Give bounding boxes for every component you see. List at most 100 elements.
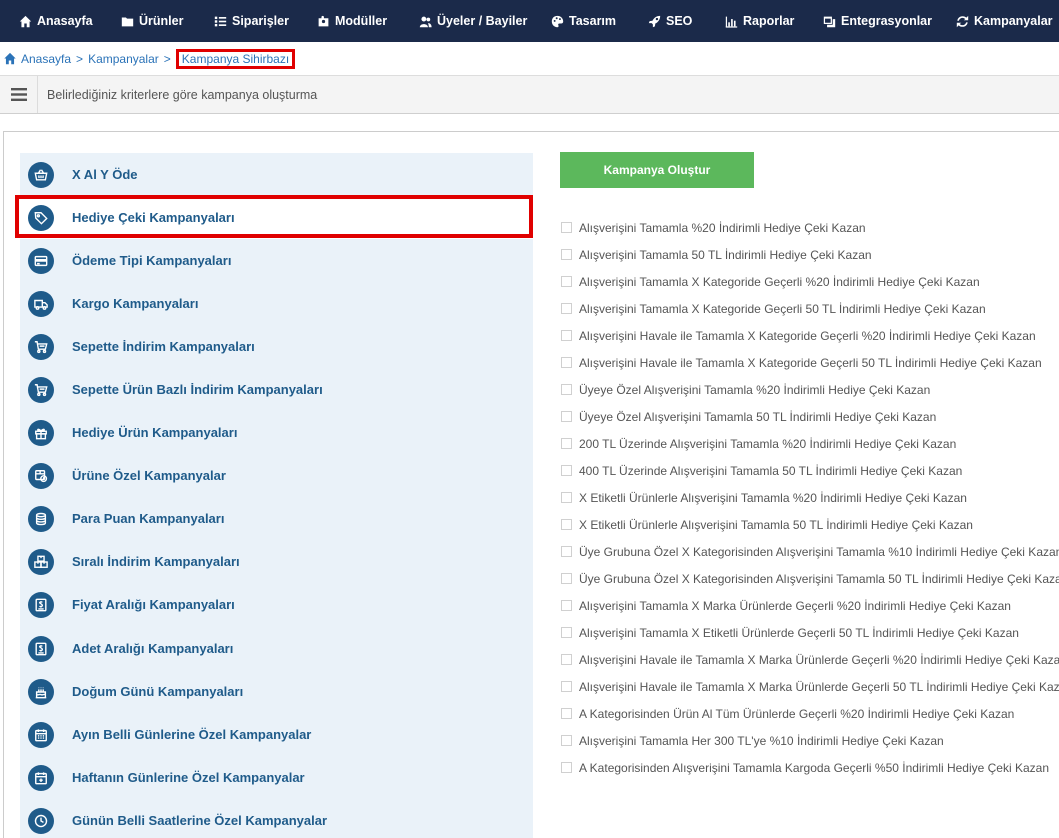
campaign-type-item-haftanin-gunleri[interactable]: Haftanın Günlerine Özel Kampanyalar bbox=[20, 756, 533, 799]
campaign-type-label: Günün Belli Saatlerine Özel Kampanyalar bbox=[72, 813, 328, 828]
campaign-type-item-fiyat-araligi[interactable]: Fiyat Aralığı Kampanyaları bbox=[20, 583, 533, 626]
campaign-type-item-urune-ozel[interactable]: Ürüne Özel Kampanyalar bbox=[20, 454, 533, 497]
nav-label: SEO bbox=[666, 14, 693, 28]
campaign-template-option[interactable]: Alışverişini Tamamla X Marka Ürünlerde G… bbox=[561, 592, 1056, 619]
calendar-icon bbox=[28, 721, 54, 748]
campaign-type-label: Sepette Ürün Bazlı İndirim Kampanyaları bbox=[72, 382, 323, 397]
nav-label: Siparişler bbox=[232, 14, 289, 28]
campaign-template-option[interactable]: Alışverişini Tamamla X Kategoride Geçerl… bbox=[561, 268, 1056, 295]
campaign-template-option[interactable]: Alışverişini Havale ile Tamamla X Marka … bbox=[561, 673, 1059, 700]
option-checkbox[interactable] bbox=[561, 357, 572, 368]
campaign-template-option[interactable]: 200 TL Üzerinde Alışverişini Tamamla %20… bbox=[561, 430, 1056, 457]
option-checkbox[interactable] bbox=[561, 681, 572, 692]
option-checkbox[interactable] bbox=[561, 384, 572, 395]
nav-item-raporlar[interactable]: Raporlar bbox=[725, 0, 794, 42]
home-icon[interactable] bbox=[3, 52, 17, 65]
campaign-type-item-para-puan[interactable]: Para Puan Kampanyaları bbox=[20, 497, 533, 540]
campaign-type-label: X Al Y Öde bbox=[72, 167, 138, 182]
campaign-type-item-ayin-belli-gunleri[interactable]: Ayın Belli Günlerine Özel Kampanyalar bbox=[20, 713, 533, 756]
option-checkbox[interactable] bbox=[561, 708, 572, 719]
option-checkbox[interactable] bbox=[561, 519, 572, 530]
campaign-template-option[interactable]: Alışverişini Havale ile Tamamla X Marka … bbox=[561, 646, 1059, 673]
campaign-template-option[interactable]: A Kategorisinden Alışverişini Tamamla Ka… bbox=[561, 754, 1056, 781]
campaign-type-item-sepette-urun-bazli[interactable]: Sepette Ürün Bazlı İndirim Kampanyaları bbox=[20, 368, 533, 411]
campaign-template-option[interactable]: Alışverişini Tamamla Her 300 TL'ye %10 İ… bbox=[561, 727, 1056, 754]
campaign-type-label: Sıralı İndirim Kampanyaları bbox=[72, 554, 240, 569]
campaign-type-item-dogum-gunu[interactable]: Doğum Günü Kampanyaları bbox=[20, 670, 533, 713]
option-checkbox[interactable] bbox=[561, 573, 572, 584]
option-checkbox[interactable] bbox=[561, 654, 572, 665]
campaign-type-item-adet-araligi[interactable]: Adet Aralığı Kampanyaları bbox=[20, 627, 533, 670]
campaign-template-option[interactable]: Üye Grubuna Özel X Kategorisinden Alışve… bbox=[561, 565, 1059, 592]
truck-icon bbox=[28, 290, 54, 317]
campaign-type-item-kargo[interactable]: Kargo Kampanyaları bbox=[20, 282, 533, 325]
campaign-type-item-hediye-ceki[interactable]: Hediye Çeki Kampanyaları bbox=[20, 196, 533, 239]
campaign-type-item-x-al-y-ode[interactable]: X Al Y Öde bbox=[20, 153, 533, 196]
basket-icon bbox=[28, 161, 54, 188]
option-checkbox[interactable] bbox=[561, 249, 572, 260]
campaign-type-label: Ödeme Tipi Kampanyaları bbox=[72, 253, 232, 268]
option-checkbox[interactable] bbox=[561, 276, 572, 287]
option-label: A Kategorisinden Ürün Al Tüm Ürünlerde G… bbox=[579, 706, 1015, 721]
nav-item-anasayfa[interactable]: Anasayfa bbox=[19, 0, 93, 42]
top-navigation: Anasayfa Ürünler Siparişler Modüller Üye… bbox=[0, 0, 1059, 42]
option-label: Üyeye Özel Alışverişini Tamamla %20 İndi… bbox=[579, 382, 931, 397]
campaign-type-item-odeme-tipi[interactable]: Ödeme Tipi Kampanyaları bbox=[20, 239, 533, 282]
palette-icon bbox=[551, 15, 564, 28]
option-checkbox[interactable] bbox=[561, 735, 572, 746]
campaign-template-option[interactable]: X Etiketli Ürünlerle Alışverişini Tamaml… bbox=[561, 484, 1056, 511]
campaign-template-option[interactable]: Alışverişini Tamamla 50 TL İndirimli Hed… bbox=[561, 241, 1056, 268]
chart-icon bbox=[725, 15, 738, 28]
campaign-type-label: Ürüne Özel Kampanyalar bbox=[72, 468, 226, 483]
breadcrumb-home-link[interactable]: Anasayfa bbox=[21, 52, 71, 66]
option-checkbox[interactable] bbox=[561, 411, 572, 422]
campaign-template-option[interactable]: Alışverişini Tamamla X Kategoride Geçerl… bbox=[561, 295, 1056, 322]
nav-item-uyeler-bayiler[interactable]: Üyeler / Bayiler bbox=[419, 0, 527, 42]
menu-toggle-button[interactable] bbox=[0, 76, 38, 113]
nav-item-siparisler[interactable]: Siparişler bbox=[214, 0, 289, 42]
campaign-template-option[interactable]: X Etiketli Ürünlerle Alışverişini Tamaml… bbox=[561, 511, 1056, 538]
campaign-template-option[interactable]: Üye Grubuna Özel X Kategorisinden Alışve… bbox=[561, 538, 1059, 565]
price-icon bbox=[28, 635, 54, 662]
option-checkbox[interactable] bbox=[561, 330, 572, 341]
breadcrumb-kampanyalar-link[interactable]: Kampanyalar bbox=[88, 52, 159, 66]
option-checkbox[interactable] bbox=[561, 546, 572, 557]
option-checkbox[interactable] bbox=[561, 438, 572, 449]
campaign-type-label: Doğum Günü Kampanyaları bbox=[72, 684, 244, 699]
nav-item-entegrasyonlar[interactable]: Entegrasyonlar bbox=[823, 0, 932, 42]
option-checkbox[interactable] bbox=[561, 627, 572, 638]
tag-icon bbox=[28, 204, 54, 231]
campaign-template-option[interactable]: Üyeye Özel Alışverişini Tamamla %20 İndi… bbox=[561, 376, 1056, 403]
refresh-icon bbox=[956, 15, 969, 28]
campaign-template-option[interactable]: Alışverişini Tamamla X Etiketli Ürünlerd… bbox=[561, 619, 1056, 646]
campaign-type-label: Hediye Ürün Kampanyaları bbox=[72, 425, 238, 440]
campaign-template-option[interactable]: Alışverişini Tamamla %20 İndirimli Hediy… bbox=[561, 214, 1056, 241]
nav-item-urunler[interactable]: Ürünler bbox=[121, 0, 183, 42]
nav-item-seo[interactable]: SEO bbox=[648, 0, 692, 42]
option-checkbox[interactable] bbox=[561, 762, 572, 773]
campaign-template-option[interactable]: Üyeye Özel Alışverişini Tamamla 50 TL İn… bbox=[561, 403, 1056, 430]
cart-icon bbox=[28, 376, 54, 403]
users-icon bbox=[419, 15, 432, 28]
puzzle-icon bbox=[317, 15, 330, 28]
option-checkbox[interactable] bbox=[561, 465, 572, 476]
campaign-type-item-sirali-indirim[interactable]: Sıralı İndirim Kampanyaları bbox=[20, 540, 533, 583]
campaign-type-list: X Al Y Öde Hediye Çeki Kampanyaları Ödem… bbox=[20, 153, 533, 838]
option-checkbox[interactable] bbox=[561, 303, 572, 314]
campaign-type-item-sepette-indirim[interactable]: Sepette İndirim Kampanyaları bbox=[20, 325, 533, 368]
option-label: X Etiketli Ürünlerle Alışverişini Tamaml… bbox=[579, 517, 973, 532]
campaign-template-option[interactable]: Alışverişini Havale ile Tamamla X Katego… bbox=[561, 349, 1056, 376]
campaign-type-label: Hediye Çeki Kampanyaları bbox=[72, 210, 235, 225]
nav-item-kampanyalar[interactable]: Kampanyalar bbox=[956, 0, 1053, 42]
option-checkbox[interactable] bbox=[561, 222, 572, 233]
campaign-template-option[interactable]: Alışverişini Havale ile Tamamla X Katego… bbox=[561, 322, 1056, 349]
campaign-template-option[interactable]: 400 TL Üzerinde Alışverişini Tamamla 50 … bbox=[561, 457, 1056, 484]
campaign-type-item-gunun-belli-saatleri[interactable]: Günün Belli Saatlerine Özel Kampanyalar bbox=[20, 799, 533, 838]
option-checkbox[interactable] bbox=[561, 492, 572, 503]
nav-item-tasarim[interactable]: Tasarım bbox=[551, 0, 616, 42]
campaign-type-item-hediye-urun[interactable]: Hediye Ürün Kampanyaları bbox=[20, 411, 533, 454]
campaign-template-option[interactable]: A Kategorisinden Ürün Al Tüm Ürünlerde G… bbox=[561, 700, 1056, 727]
nav-item-moduller[interactable]: Modüller bbox=[317, 0, 387, 42]
option-checkbox[interactable] bbox=[561, 600, 572, 611]
create-campaign-button[interactable]: Kampanya Oluştur bbox=[560, 152, 754, 188]
